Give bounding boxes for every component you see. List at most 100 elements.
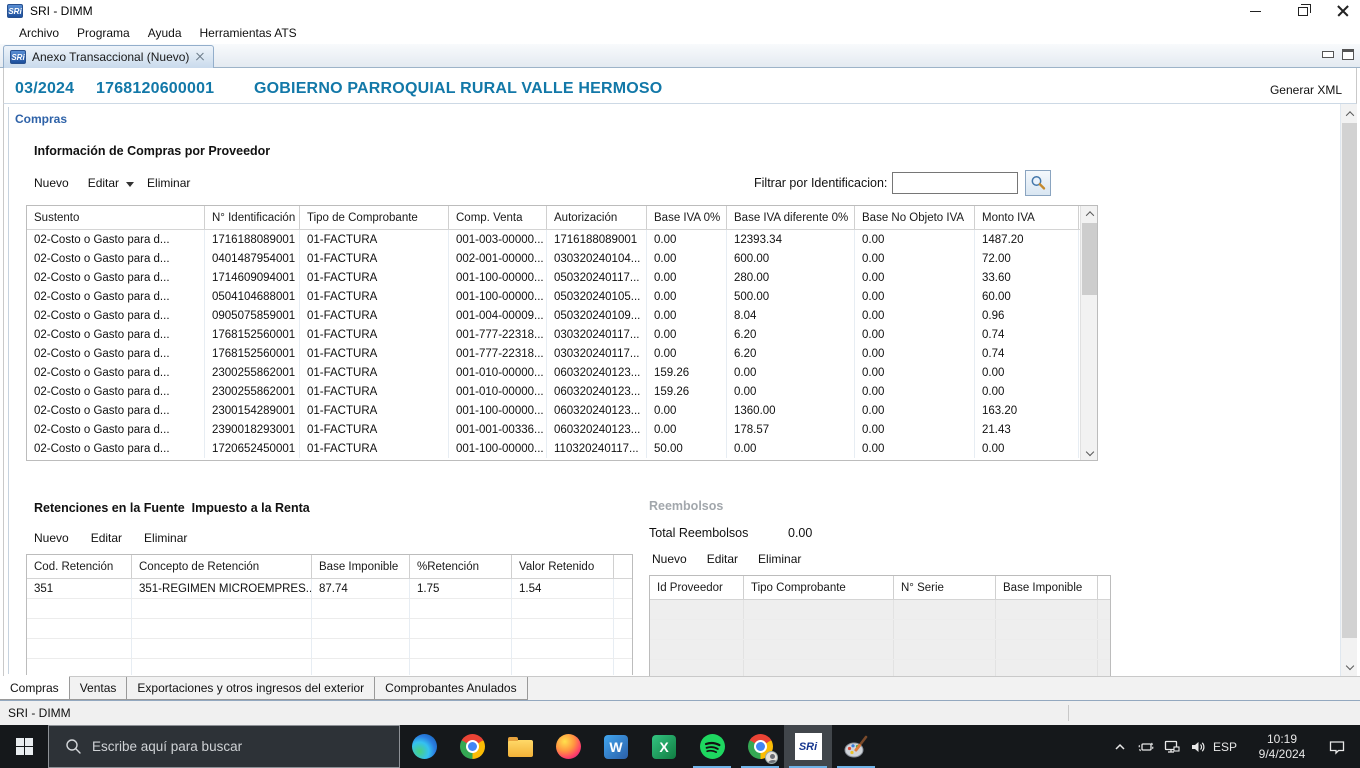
column-header[interactable]: Concepto de Retención xyxy=(132,555,312,578)
column-header[interactable]: Base Imponible xyxy=(996,576,1098,599)
scrollbar-thumb[interactable] xyxy=(1082,223,1097,295)
view-maximize-icon[interactable] xyxy=(1342,49,1354,60)
column-header[interactable]: N° Serie xyxy=(894,576,996,599)
menu-item-herramientas-ats[interactable]: Herramientas ATS xyxy=(191,23,306,43)
tray-screen-record-icon[interactable] xyxy=(1134,725,1158,768)
taskbar-excel-icon[interactable]: X xyxy=(640,725,688,768)
table-row[interactable]: 02-Costo o Gasto para d... 1720652450001 0… xyxy=(27,439,1097,458)
page-tab-exportaciones[interactable]: Exportaciones y otros ingresos del exter… xyxy=(126,677,376,700)
minimize-button[interactable] xyxy=(1240,2,1270,20)
tray-notification-icon[interactable] xyxy=(1322,725,1352,768)
menu-item-ayuda[interactable]: Ayuda xyxy=(139,23,191,43)
restore-button[interactable] xyxy=(1288,2,1318,20)
tray-language-indicator[interactable]: ESP xyxy=(1208,725,1242,768)
reembolsos-nuevo-button[interactable]: Nuevo xyxy=(652,552,687,566)
taskbar-firefox-icon[interactable] xyxy=(544,725,592,768)
tray-chevron-up-icon[interactable] xyxy=(1108,725,1132,768)
tray-network-icon[interactable] xyxy=(1160,725,1184,768)
compras-table-scrollbar[interactable] xyxy=(1080,206,1097,460)
table-row-empty[interactable] xyxy=(650,660,1110,676)
table-row[interactable]: 351 351-REGIMEN MICROEMPRES... 87.74 1.75 1.… xyxy=(27,579,632,599)
retenciones-editar-button[interactable]: Editar xyxy=(91,531,122,545)
taskbar-search-input[interactable] xyxy=(92,739,342,754)
table-row-empty[interactable] xyxy=(650,600,1110,620)
cell xyxy=(996,600,1098,619)
table-row[interactable]: 02-Costo o Gasto para d... 2300255862001 0… xyxy=(27,363,1097,382)
filter-search-button[interactable] xyxy=(1025,170,1052,196)
table-row-empty[interactable] xyxy=(27,639,632,659)
column-header[interactable]: Base No Objeto IVA xyxy=(855,206,975,229)
table-row-empty[interactable] xyxy=(650,620,1110,640)
menu-item-archivo[interactable]: Archivo xyxy=(10,23,68,43)
close-button[interactable] xyxy=(1328,2,1358,20)
column-header[interactable]: Comp. Venta xyxy=(449,206,547,229)
page-scroll-down-icon[interactable] xyxy=(1341,658,1358,674)
table-row[interactable]: 02-Costo o Gasto para d... 2300154289001 0… xyxy=(27,401,1097,420)
column-header[interactable]: Base Imponible xyxy=(312,555,410,578)
column-header[interactable]: Cod. Retención xyxy=(27,555,132,578)
table-row[interactable]: 02-Costo o Gasto para d... 1716188089001 0… xyxy=(27,230,1097,249)
page-scrollbar[interactable] xyxy=(1340,104,1357,676)
compras-nuevo-button[interactable]: Nuevo xyxy=(34,176,69,190)
table-row[interactable]: 02-Costo o Gasto para d... 0504104688001 0… xyxy=(27,287,1097,306)
table-row[interactable]: 02-Costo o Gasto para d... 0905075859001 0… xyxy=(27,306,1097,325)
page-scrollbar-thumb[interactable] xyxy=(1342,123,1357,638)
page-tab-compras[interactable]: Compras xyxy=(0,676,70,700)
view-minimize-icon[interactable] xyxy=(1322,51,1334,58)
page-tab-ventas[interactable]: Ventas xyxy=(68,677,128,700)
table-row-empty[interactable] xyxy=(27,659,632,675)
taskbar-file-explorer-icon[interactable] xyxy=(496,725,544,768)
compras-editar-button[interactable]: Editar xyxy=(88,176,119,190)
reembolsos-editar-button[interactable]: Editar xyxy=(707,552,738,566)
taskbar-word-icon[interactable]: W xyxy=(592,725,640,768)
tab-close-icon[interactable] xyxy=(195,52,205,62)
scroll-down-icon[interactable] xyxy=(1081,444,1097,460)
taskbar-search[interactable] xyxy=(48,725,400,768)
page-tab-comprobantes[interactable]: Comprobantes Anulados xyxy=(374,677,528,700)
column-header[interactable]: Id Proveedor xyxy=(650,576,744,599)
retenciones-nuevo-button[interactable]: Nuevo xyxy=(34,531,69,545)
tray-volume-icon[interactable] xyxy=(1186,725,1210,768)
compras-eliminar-button[interactable]: Eliminar xyxy=(147,176,190,190)
tray-clock[interactable]: 10:19 9/4/2024 xyxy=(1246,725,1318,768)
tray-time: 10:19 xyxy=(1266,731,1298,746)
filter-input[interactable] xyxy=(892,172,1019,194)
table-row[interactable]: 02-Costo o Gasto para d... 1714609094001 0… xyxy=(27,268,1097,287)
cell: 02-Costo o Gasto para d... xyxy=(27,363,205,382)
table-row[interactable]: 02-Costo o Gasto para d... 1768152560001 0… xyxy=(27,344,1097,363)
column-header[interactable]: N° Identificación xyxy=(205,206,300,229)
column-header[interactable]: Monto IVA xyxy=(975,206,1079,229)
cell: 12393.34 xyxy=(727,230,855,249)
taskbar-edge-icon[interactable] xyxy=(400,725,448,768)
menu-item-programa[interactable]: Programa xyxy=(68,23,139,43)
taskbar-gimp-icon[interactable] xyxy=(832,725,880,768)
tab-anexo-transaccional[interactable]: SRi Anexo Transaccional (Nuevo) xyxy=(3,45,215,68)
column-header[interactable]: Tipo Comprobante xyxy=(744,576,894,599)
table-row-empty[interactable] xyxy=(650,640,1110,660)
start-button[interactable] xyxy=(0,725,48,768)
cell: 87.74 xyxy=(312,579,410,598)
table-row-empty[interactable] xyxy=(27,619,632,639)
column-header[interactable]: Autorización xyxy=(547,206,647,229)
taskbar-chrome-profile-icon[interactable] xyxy=(736,725,784,768)
generar-xml-button[interactable]: Generar XML xyxy=(1270,83,1342,97)
column-header[interactable]: %Retención xyxy=(410,555,512,578)
table-row[interactable]: 02-Costo o Gasto para d... 1768152560001 0… xyxy=(27,325,1097,344)
scroll-up-icon[interactable] xyxy=(1081,206,1097,222)
table-row[interactable]: 02-Costo o Gasto para d... 0401487954001 0… xyxy=(27,249,1097,268)
page-scroll-up-icon[interactable] xyxy=(1341,106,1358,122)
editar-dropdown-icon[interactable] xyxy=(126,181,135,187)
retenciones-eliminar-button[interactable]: Eliminar xyxy=(144,531,187,545)
column-header[interactable]: Tipo de Comprobante xyxy=(300,206,449,229)
column-header[interactable]: Sustento xyxy=(27,206,205,229)
column-header[interactable]: Valor Retenido xyxy=(512,555,614,578)
table-row[interactable]: 02-Costo o Gasto para d... 2300255862001 0… xyxy=(27,382,1097,401)
taskbar-chrome-icon[interactable] xyxy=(448,725,496,768)
taskbar-spotify-icon[interactable] xyxy=(688,725,736,768)
table-row-empty[interactable] xyxy=(27,599,632,619)
column-header[interactable]: Base IVA diferente 0% xyxy=(727,206,855,229)
column-header[interactable]: Base IVA 0% xyxy=(647,206,727,229)
taskbar-sri-dimm-icon[interactable]: SRi xyxy=(784,725,832,768)
table-row[interactable]: 02-Costo o Gasto para d... 2390018293001 0… xyxy=(27,420,1097,439)
reembolsos-eliminar-button[interactable]: Eliminar xyxy=(758,552,801,566)
